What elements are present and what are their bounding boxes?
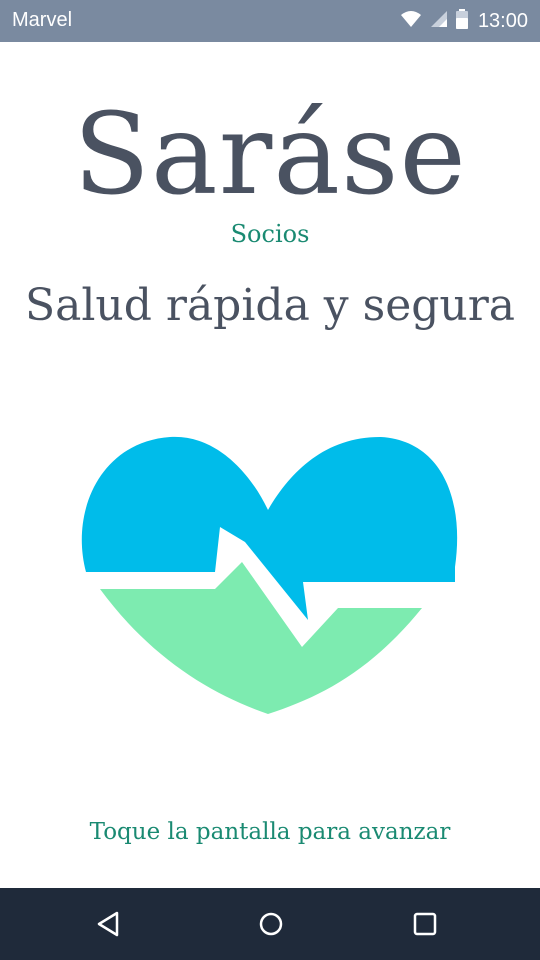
status-app-name: Marvel bbox=[12, 9, 73, 31]
tagline: Salud rápida y segura bbox=[24, 280, 516, 331]
status-bar: Marvel 13:00 bbox=[0, 0, 540, 42]
back-icon bbox=[97, 911, 119, 937]
home-button[interactable] bbox=[251, 904, 291, 944]
back-button[interactable] bbox=[88, 904, 128, 944]
status-time: 13:00 bbox=[477, 9, 528, 32]
brand-title: Saráse bbox=[73, 90, 467, 220]
battery-icon bbox=[455, 8, 468, 34]
heart-bottom-shape bbox=[100, 562, 422, 714]
recents-button[interactable] bbox=[405, 904, 445, 944]
home-icon bbox=[259, 912, 283, 936]
signal-icon bbox=[430, 10, 448, 33]
heartbeat-heart-icon bbox=[70, 432, 470, 722]
brand-subtitle: Socios bbox=[230, 220, 310, 248]
recents-icon bbox=[413, 912, 437, 936]
nav-bar bbox=[0, 888, 540, 960]
tap-hint[interactable]: Toque la pantalla para avanzar bbox=[0, 816, 540, 848]
status-icons: 13:00 bbox=[400, 8, 528, 34]
wifi-icon bbox=[400, 10, 422, 33]
